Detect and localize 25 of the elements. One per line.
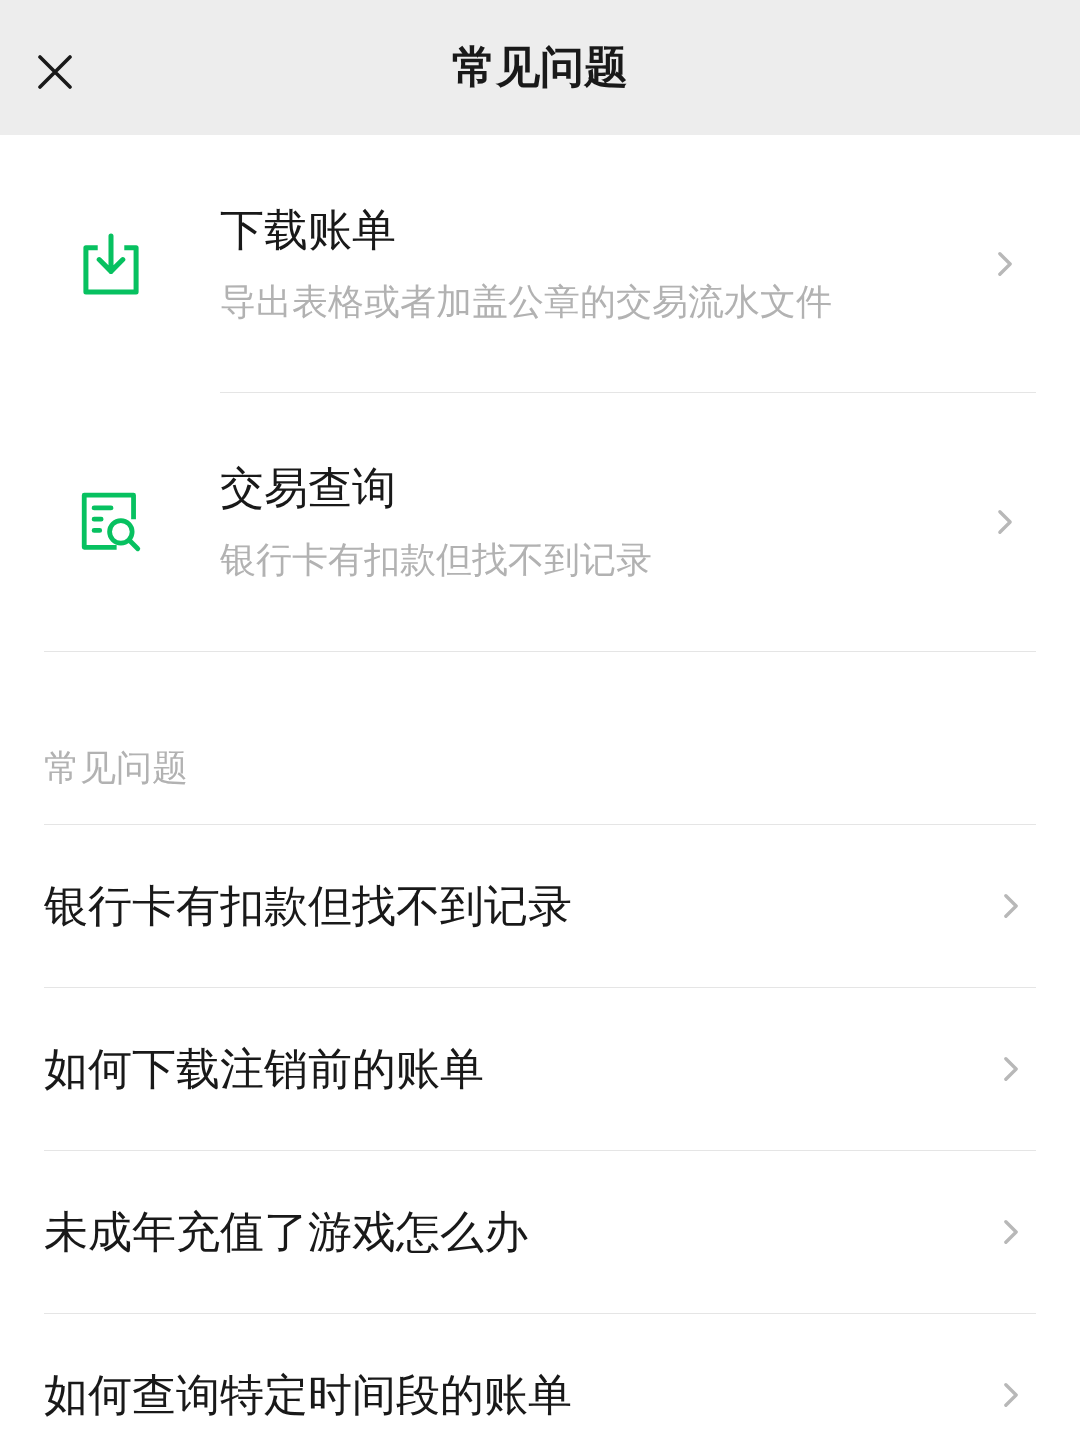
faq-item[interactable]: 如何下载注销前的账单: [44, 988, 1036, 1151]
section-heading: 常见问题: [44, 652, 1036, 825]
faq-item[interactable]: 未成年充值了游戏怎么办: [44, 1151, 1036, 1314]
chevron-icon: [1002, 1381, 1020, 1409]
faq-item[interactable]: 如何查询特定时间段的账单: [44, 1314, 1036, 1439]
faq-text: 如何下载注销前的账单: [44, 1041, 485, 1096]
close-icon: [38, 55, 72, 89]
faq-text: 如何查询特定时间段的账单: [44, 1367, 573, 1422]
page-title: 常见问题: [452, 40, 628, 94]
faq-item[interactable]: 银行卡有扣款但找不到记录: [44, 825, 1036, 988]
menu-item[interactable]: 交易查询 银行卡有扣款但找不到记录: [44, 393, 1036, 651]
faq-text: 银行卡有扣款但找不到记录: [44, 878, 573, 933]
faq-text: 未成年充值了游戏怎么办: [44, 1204, 529, 1259]
item-description: 导出表格或者加盖公章的交易流水文件: [220, 279, 833, 324]
chevron-icon: [1002, 892, 1020, 920]
item-title: 交易查询: [220, 461, 397, 515]
download-icon: [80, 233, 142, 295]
chevron-icon: [1002, 1055, 1020, 1083]
item-title: 下载账单: [220, 202, 397, 257]
chevron-icon: [996, 508, 1014, 536]
chevron-icon: [1002, 1218, 1020, 1246]
item-description: 银行卡有扣款但找不到记录: [220, 538, 653, 582]
document-search-icon: [80, 491, 142, 553]
chevron-icon: [996, 249, 1014, 278]
menu-item[interactable]: 下载账单 导出表格或者加盖公章的交易流水文件: [44, 135, 1036, 393]
